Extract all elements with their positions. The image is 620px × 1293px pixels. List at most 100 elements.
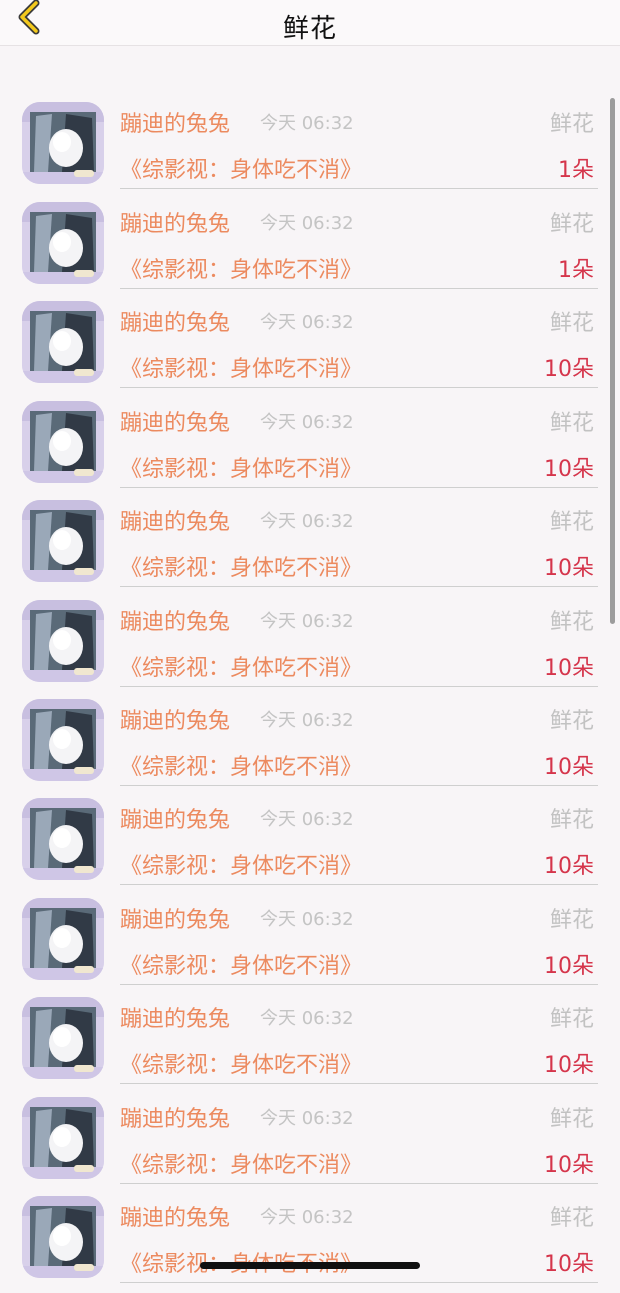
timestamp: 今天 06:32 [260, 511, 354, 532]
book-title[interactable]: 《综影视：身体吃不消》 [120, 1147, 362, 1179]
avatar[interactable] [22, 301, 104, 383]
gift-count: 10朵 [544, 1053, 594, 1078]
user-name[interactable]: 蹦迪的兔兔 [120, 1101, 230, 1133]
book-title[interactable]: 《综影视：身体吃不消》 [120, 650, 362, 682]
timestamp: 今天 06:32 [260, 412, 354, 433]
avatar-image [22, 401, 104, 483]
divider [120, 487, 598, 488]
timestamp: 今天 06:32 [260, 809, 354, 830]
scrollbar[interactable] [610, 98, 615, 624]
user-name[interactable]: 蹦迪的兔兔 [120, 604, 230, 636]
gift-count: 10朵 [544, 457, 594, 482]
page-title: 鲜花 [282, 14, 337, 44]
timestamp: 今天 06:32 [260, 1008, 354, 1029]
gift-type-label: 鲜花 [549, 311, 594, 336]
timestamp: 今天 06:32 [260, 312, 354, 333]
list-item[interactable]: 蹦迪的兔兔今天 06:32鲜花《综影视：身体吃不消》10朵 [0, 598, 620, 697]
avatar-image [22, 500, 104, 582]
gift-count: 10朵 [544, 1252, 594, 1277]
book-title[interactable]: 《综影视：身体吃不消》 [120, 451, 362, 483]
list-item[interactable]: 蹦迪的兔兔 今天 06:32 鲜花《综影视：身体吃不消》 10朵 [0, 1095, 620, 1194]
book-title[interactable]: 《综影视：身体吃不消》 [120, 848, 362, 880]
list-item[interactable]: 蹦迪的兔兔 今天 06:32 鲜花《综影视：身体吃不消》 10朵 [0, 399, 620, 498]
avatar[interactable] [22, 798, 104, 880]
list-item[interactable]: 蹦迪的兔兔 今天 06:32 鲜花《综影视：身体吃不消》 10朵 [0, 697, 620, 796]
timestamp: 今天 06:32 [260, 909, 354, 930]
divider [120, 1083, 598, 1084]
book-title[interactable]: 《综影视：身体吃不消》 [120, 550, 362, 582]
gift-count: 10朵 [544, 357, 594, 382]
avatar[interactable] [22, 699, 104, 781]
avatar-image [22, 898, 104, 980]
gift-type-label: 鲜花 [549, 709, 594, 734]
list-item[interactable]: 蹦迪的兔兔 今天 06:32 鲜花《综影视：身体吃不消》 1朵 [0, 100, 620, 199]
avatar-image [22, 699, 104, 781]
gift-type-label: 鲜花 [549, 212, 594, 237]
avatar[interactable] [22, 500, 104, 582]
gift-type-label: 鲜花 [549, 908, 594, 933]
gift-type-label: 鲜花 [549, 1206, 594, 1231]
gift-type-label: 鲜花 [549, 808, 594, 833]
divider [120, 686, 598, 687]
list-item[interactable]: 蹦迪的兔兔 今天 06:32 鲜花《综影视：身体吃不消》 10朵 [0, 299, 620, 398]
gift-type-label: 鲜花 [549, 411, 594, 436]
gift-type-label: 鲜花 [549, 610, 594, 635]
book-title[interactable]: 《综影视：身体吃不消》 [120, 1047, 362, 1079]
avatar-image [22, 1097, 104, 1179]
avatar-image [22, 102, 104, 184]
gift-type-label: 鲜花 [549, 1107, 594, 1132]
avatar-image [22, 1196, 104, 1278]
gift-count: 1朵 [558, 158, 594, 183]
avatar[interactable] [22, 202, 104, 284]
book-title[interactable]: 《综影视：身体吃不消》 [120, 152, 362, 184]
gift-count: 10朵 [544, 1153, 594, 1178]
list-item[interactable]: 蹦迪的兔兔 今天 06:32 鲜花《综影视：身体吃不消》 1朵 [0, 200, 620, 299]
timestamp: 今天 06:32 [260, 113, 354, 134]
user-name[interactable]: 蹦迪的兔兔 [120, 305, 230, 337]
avatar[interactable] [22, 600, 104, 682]
user-name[interactable]: 蹦迪的兔兔 [120, 1200, 230, 1232]
avatar[interactable] [22, 997, 104, 1079]
gift-type-label: 鲜花 [549, 510, 594, 535]
user-name[interactable]: 蹦迪的兔兔 [120, 405, 230, 437]
divider [120, 984, 598, 985]
user-name[interactable]: 蹦迪的兔兔 [120, 1001, 230, 1033]
book-title[interactable]: 《综影视：身体吃不消》 [120, 948, 362, 980]
gift-type-label: 鲜花 [549, 1007, 594, 1032]
gift-record-list: 蹦迪的兔兔 今天 06:32 鲜花 《综影视：身体吃不消》 1朵 蹦迪的兔兔 今天 06:3… [0, 0, 620, 1283]
list-item[interactable]: 蹦迪的兔兔今天 06:32鲜花《综影视：身体吃不消》10朵 [0, 1194, 620, 1293]
user-name[interactable]: 蹦迪的兔兔 [120, 703, 230, 735]
user-name[interactable]: 蹦迪的兔兔 [120, 802, 230, 834]
avatar[interactable] [22, 898, 104, 980]
book-title[interactable]: 《综影视：身体吃不消》 [120, 749, 362, 781]
gift-type-label: 鲜花 [549, 112, 594, 137]
avatar-image [22, 600, 104, 682]
user-name[interactable]: 蹦迪的兔兔 [120, 106, 230, 138]
avatar[interactable] [22, 102, 104, 184]
book-title[interactable]: 《综影视：身体吃不消》 [120, 252, 362, 284]
avatar[interactable] [22, 1196, 104, 1278]
list-item[interactable]: 蹦迪的兔兔 今天 06:32 鲜花《综影视：身体吃不消》 10朵 [0, 995, 620, 1094]
list-item[interactable]: 蹦迪的兔兔 今天 06:32 鲜花《综影视：身体吃不消》 10朵 [0, 896, 620, 995]
user-name[interactable]: 蹦迪的兔兔 [120, 504, 230, 536]
list-item[interactable]: 蹦迪的兔兔今天 06:32鲜花《综影视：身体吃不消》10朵 [0, 498, 620, 597]
divider [120, 188, 598, 189]
navigation-bar: 鲜花 [0, 0, 620, 46]
divider [120, 785, 598, 786]
divider [120, 1282, 598, 1283]
user-name[interactable]: 蹦迪的兔兔 [120, 206, 230, 238]
gift-count: 10朵 [544, 954, 594, 979]
avatar-image [22, 997, 104, 1079]
timestamp: 今天 06:32 [260, 710, 354, 731]
divider [120, 288, 598, 289]
gift-count: 10朵 [544, 656, 594, 681]
avatar-image [22, 301, 104, 383]
avatar[interactable] [22, 1097, 104, 1179]
book-title[interactable]: 《综影视：身体吃不消》 [120, 351, 362, 383]
gift-count: 10朵 [544, 755, 594, 780]
avatar[interactable] [22, 401, 104, 483]
list-item[interactable]: 蹦迪的兔兔今天 06:32鲜花《综影视：身体吃不消》10朵 [0, 796, 620, 895]
avatar-image [22, 798, 104, 880]
user-name[interactable]: 蹦迪的兔兔 [120, 902, 230, 934]
timestamp: 今天 06:32 [260, 1108, 354, 1129]
